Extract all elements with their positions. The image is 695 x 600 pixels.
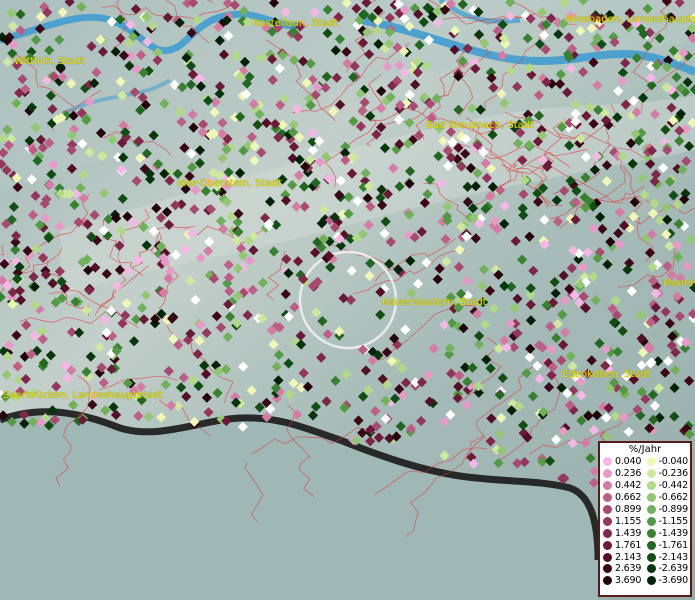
legend-swatch: [646, 469, 656, 479]
legend-value: -0.442: [658, 480, 689, 492]
legend-value: -3.690: [658, 575, 689, 587]
legend-value: 0.662: [615, 492, 642, 504]
place-label-saarbruecken: Saarbrücken, Landeshauptstadt: [3, 390, 163, 401]
place-label-bad-kreuznach: Bad Kreuznach, Stadt: [426, 120, 535, 131]
legend-value: 1.439: [615, 527, 642, 539]
place-label-wiesbaden: Wiesbaden, Landeshauptstadt: [565, 14, 695, 25]
legend-swatch: [646, 528, 656, 538]
legend-row: 1.439: [603, 527, 647, 539]
legend-swatch: [646, 493, 656, 503]
legend-row: 0.662: [603, 492, 647, 504]
legend-row: -2.639: [646, 563, 691, 575]
map-canvas[interactable]: [0, 0, 695, 600]
place-label-kastellaun: Kastellaun, Stadt: [253, 18, 339, 29]
legend-value: -0.236: [658, 468, 689, 480]
place-label-wittlich: Wittlich, Stadt: [14, 56, 85, 67]
legend-row: 0.040: [603, 456, 647, 468]
legend-swatch: [603, 457, 612, 467]
legend-value: 3.690: [615, 575, 642, 587]
legend-swatch: [646, 552, 656, 562]
legend-row: 2.143: [603, 551, 647, 563]
legend-swatch: [646, 481, 656, 491]
legend-row: 3.690: [603, 575, 647, 587]
legend-value: 0.236: [615, 468, 642, 480]
legend-row: 0.236: [603, 468, 647, 480]
legend-row: -0.040: [646, 456, 691, 468]
place-label-edenkoben: Edenkoben, Stadt: [562, 369, 651, 380]
legend-row: -0.662: [646, 492, 691, 504]
legend-row: -1.761: [646, 539, 691, 551]
legend-value: 0.899: [615, 504, 642, 515]
legend-row: 2.639: [603, 563, 647, 575]
map-legend: %/Jahr 0.040 0.236 0.442 0.662 0.899 1.155 1.4…: [598, 441, 692, 597]
legend-value: -2.639: [658, 563, 689, 575]
legend-value: 1.761: [615, 539, 642, 551]
legend-value: 0.040: [615, 456, 642, 468]
legend-value: 2.639: [615, 563, 642, 575]
legend-value: -1.439: [658, 527, 689, 539]
legend-value: -0.662: [658, 492, 689, 504]
legend-row: -1.155: [646, 515, 691, 527]
legend-swatch: [646, 576, 656, 586]
legend-row: 1.761: [603, 539, 647, 551]
legend-row: 1.155: [603, 515, 647, 527]
legend-row: -0.236: [646, 468, 691, 480]
legend-swatch: [603, 540, 612, 550]
legend-value: 1.155: [615, 515, 642, 527]
legend-row: -0.899: [646, 504, 691, 516]
legend-swatch: [603, 576, 612, 586]
legend-swatch: [646, 457, 656, 467]
legend-value: -2.143: [658, 551, 689, 563]
place-label-mannheim: Mannh: [663, 278, 695, 289]
legend-swatch: [603, 493, 612, 503]
legend-value: 2.143: [615, 551, 642, 563]
legend-value: 0.442: [615, 480, 642, 492]
legend-swatch: [646, 516, 656, 526]
legend-value: -1.155: [658, 515, 689, 527]
legend-row: -3.690: [646, 575, 691, 587]
legend-row: -2.143: [646, 551, 691, 563]
legend-value: -0.040: [658, 456, 689, 468]
legend-swatch: [646, 505, 656, 514]
legend-swatch: [646, 564, 656, 574]
legend-swatch: [646, 540, 656, 550]
legend-row: 0.442: [603, 480, 647, 492]
legend-swatch: [603, 552, 612, 562]
legend-positive-column: 0.040 0.236 0.442 0.662 0.899 1.155 1.439 1.761…: [603, 456, 647, 587]
place-label-kaiserslautern: Kaiserslautern, Stadt: [382, 297, 487, 308]
legend-value: -0.899: [658, 504, 689, 515]
legend-row: -1.439: [646, 527, 691, 539]
legend-title: %/Jahr: [628, 444, 662, 455]
legend-row: -0.442: [646, 480, 691, 492]
legend-swatch: [603, 505, 612, 514]
legend-swatch: [603, 469, 612, 479]
legend-negative-column: -0.040 -0.236 -0.442 -0.662 -0.899 -1.155 -1.4…: [646, 456, 691, 587]
place-label-idar-oberstein: Idar-Oberstein, Stadt: [177, 178, 282, 189]
legend-swatch: [603, 564, 612, 574]
legend-swatch: [603, 528, 612, 538]
legend-row: 0.899: [603, 504, 647, 516]
legend-value: -1.761: [658, 539, 689, 551]
legend-swatch: [603, 481, 612, 491]
legend-swatch: [603, 516, 612, 526]
